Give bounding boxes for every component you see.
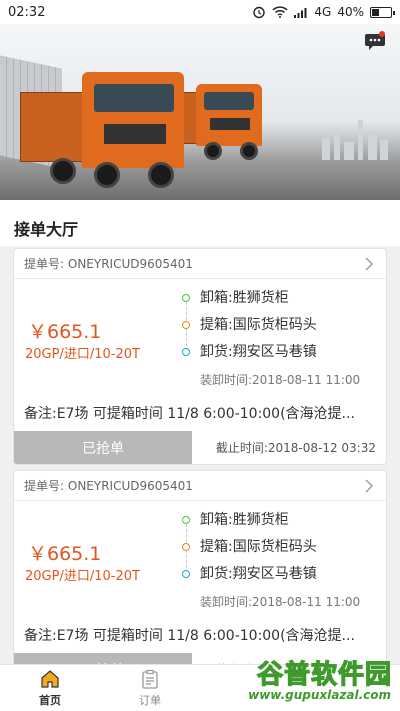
route-list: 卸箱:胜狮货柜 提箱:国际货柜码头 卸货:翔安区马巷镇 xyxy=(180,289,317,370)
order-hall: 接单大厅 提单号: ONEYRICUD9605401 ￥665.1 20GP/进… xyxy=(0,200,400,664)
green-dot-icon xyxy=(182,516,190,524)
order-price: ￥665.1 xyxy=(28,543,102,565)
status-icons: 4G 40% xyxy=(252,5,395,19)
watermark-url: www.gupuxlazal.com xyxy=(245,688,394,702)
load-time: 装卸时间:2018-08-11 11:00 xyxy=(200,373,361,387)
order-card-footer: 已抢单 截止时间:2018-08-12 03:32 xyxy=(14,431,386,464)
battery-icon xyxy=(370,6,395,18)
hero-banner xyxy=(0,24,400,200)
route-unload-goods: 卸货:翔安区马巷镇 xyxy=(180,565,317,592)
battery-percent: 40% xyxy=(337,5,364,19)
deadline: 截止时间:2018-08-12 03:32 xyxy=(215,441,376,455)
route-unload-goods: 卸货:翔安区马巷镇 xyxy=(180,343,317,370)
green-dot-icon xyxy=(182,294,190,302)
tab-orders[interactable]: 订单 xyxy=(100,665,200,711)
watermark: 谷普软件园 www.gupuxlazal.com xyxy=(218,652,398,708)
signal-icon xyxy=(294,7,307,18)
order-remark: 备注:E7场 可提箱时间 11/8 6:00-10:00(含海沧提... xyxy=(24,628,355,644)
tab-home-label: 首页 xyxy=(39,693,61,707)
order-card[interactable]: 提单号: ONEYRICUD9605401 ￥665.1 20GP/进口/10-… xyxy=(13,248,387,465)
route-pickup-box: 提箱:国际货柜码头 xyxy=(180,316,317,343)
chevron-right-icon[interactable] xyxy=(362,479,376,493)
order-spec: 20GP/进口/10-20T xyxy=(25,569,140,584)
route-list: 卸箱:胜狮货柜 提箱:国际货柜码头 卸货:翔安区马巷镇 xyxy=(180,511,317,592)
route-unload-box: 卸箱:胜狮货柜 xyxy=(180,289,317,316)
home-icon xyxy=(41,669,59,688)
city-skyline xyxy=(322,120,392,160)
order-remark: 备注:E7场 可提箱时间 11/8 6:00-10:00(含海沧提... xyxy=(24,406,355,422)
tab-orders-label: 订单 xyxy=(139,693,161,707)
grabbed-button[interactable]: 已抢单 xyxy=(14,431,192,464)
grabbed-button[interactable]: 已抢单 xyxy=(14,653,192,664)
order-card-header[interactable]: 提单号: ONEYRICUD9605401 xyxy=(14,471,386,501)
alarm-icon xyxy=(253,6,266,19)
order-price: ￥665.1 xyxy=(28,321,102,343)
order-card[interactable]: 提单号: ONEYRICUD9605401 ￥665.1 20GP/进口/10-… xyxy=(13,470,387,664)
order-card-header[interactable]: 提单号: ONEYRICUD9605401 xyxy=(14,249,386,279)
bill-number: 提单号: ONEYRICUD9605401 xyxy=(24,479,193,493)
clipboard-icon xyxy=(142,669,158,689)
message-icon[interactable] xyxy=(364,30,386,52)
order-spec: 20GP/进口/10-20T xyxy=(25,347,140,362)
order-card-body: ￥665.1 20GP/进口/10-20T 卸箱:胜狮货柜 提箱:国际货柜码头 … xyxy=(14,501,386,619)
truck-front xyxy=(20,72,190,192)
order-card-body: ￥665.1 20GP/进口/10-20T 卸箱:胜狮货柜 提箱:国际货柜码头 … xyxy=(14,279,386,397)
blue-dot-icon xyxy=(182,570,190,578)
blue-dot-icon xyxy=(182,348,190,356)
orange-dot-icon xyxy=(182,321,190,329)
wifi-icon xyxy=(272,6,288,18)
bill-number: 提单号: ONEYRICUD9605401 xyxy=(24,257,193,271)
network-type: 4G xyxy=(314,5,332,19)
chevron-right-icon[interactable] xyxy=(362,257,376,271)
status-time: 02:32 xyxy=(8,4,46,20)
page-title: 接单大厅 xyxy=(0,200,400,246)
route-pickup-box: 提箱:国际货柜码头 xyxy=(180,538,317,565)
load-time: 装卸时间:2018-08-11 11:00 xyxy=(200,595,361,609)
tab-home[interactable]: 首页 xyxy=(0,665,100,711)
orange-dot-icon xyxy=(182,543,190,551)
status-bar: 02:32 4G 40% xyxy=(0,0,400,24)
route-unload-box: 卸箱:胜狮货柜 xyxy=(180,511,317,538)
watermark-title: 谷普软件园 xyxy=(256,659,392,690)
